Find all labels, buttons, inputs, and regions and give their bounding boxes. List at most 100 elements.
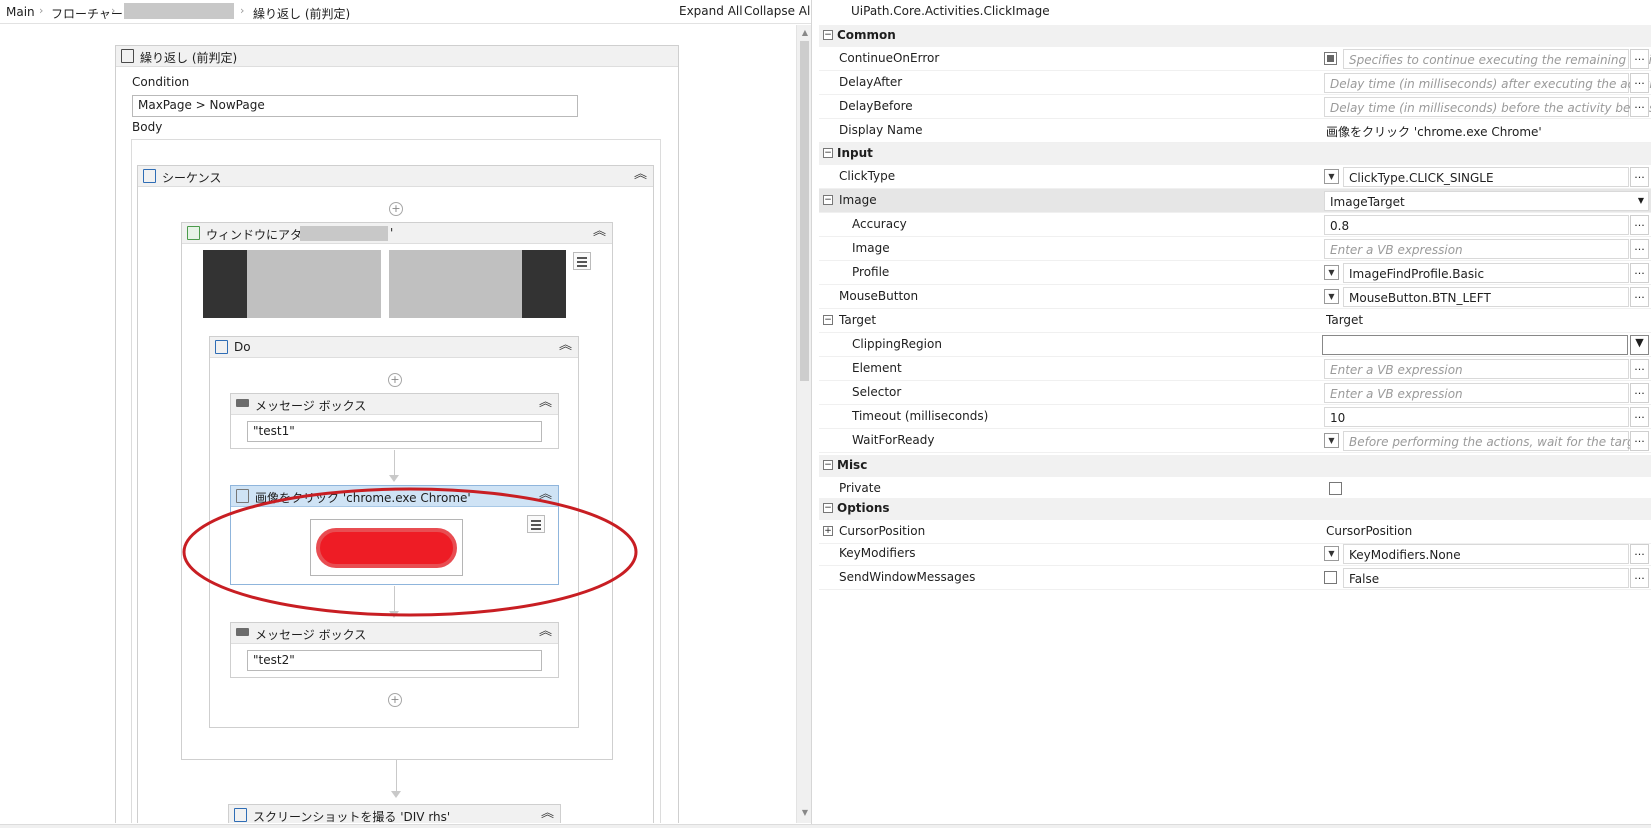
do-header[interactable]: Do ︽: [210, 337, 578, 358]
take-screenshot-activity[interactable]: スクリーンショットを撮る 'DIV rhs' ︽: [228, 804, 561, 823]
designer-canvas[interactable]: 繰り返し (前判定) Condition MaxPage > NowPage B…: [0, 25, 792, 823]
breadcrumb-flowchart[interactable]: フローチャート: [51, 5, 135, 22]
message-box-text-2[interactable]: "test2": [247, 650, 542, 671]
prop-key-modifiers[interactable]: KeyModifiers ▼ KeyModifiers.None ...: [819, 542, 1651, 566]
prop-display-name[interactable]: Display Name 画像をクリック 'chrome.exe Chrome': [819, 119, 1651, 143]
ellipsis-button[interactable]: ...: [1630, 73, 1649, 93]
mouse-button-dropdown-icon[interactable]: ▼: [1324, 289, 1339, 304]
message-box-activity-1[interactable]: メッセージ ボックス ︽ "test1": [230, 393, 559, 449]
hamburger-menu-icon[interactable]: [573, 252, 591, 270]
message-box-header-1[interactable]: メッセージ ボックス ︽: [231, 394, 558, 415]
collapse-icon[interactable]: ︽: [541, 807, 554, 821]
scroll-down-icon[interactable]: ▼: [800, 807, 810, 819]
ellipsis-button[interactable]: ...: [1630, 97, 1649, 117]
prop-wait-for-ready[interactable]: WaitForReady ▼ Before performing the act…: [819, 429, 1651, 453]
ellipsis-button[interactable]: ...: [1630, 49, 1649, 69]
chevron-down-icon[interactable]: ▼: [1630, 335, 1649, 355]
wait-for-ready-dropdown-icon[interactable]: ▼: [1324, 433, 1339, 448]
collapse-icon[interactable]: ︽: [593, 225, 606, 239]
collapse-property-icon[interactable]: −: [823, 195, 833, 205]
key-modifiers-dropdown-icon[interactable]: ▼: [1324, 546, 1339, 561]
prop-selector[interactable]: Selector Enter a VB expression ...: [819, 381, 1651, 405]
collapse-icon[interactable]: ︽: [559, 339, 572, 353]
key-modifiers-input[interactable]: KeyModifiers.None: [1343, 544, 1629, 564]
breadcrumb-main[interactable]: Main: [6, 5, 35, 19]
prop-element[interactable]: Element Enter a VB expression ...: [819, 357, 1651, 381]
message-box-header-2[interactable]: メッセージ ボックス ︽: [231, 623, 558, 644]
ellipsis-button[interactable]: ...: [1630, 407, 1649, 427]
ellipsis-button[interactable]: ...: [1630, 568, 1649, 588]
delay-before-input[interactable]: Delay time (in milliseconds) before the …: [1324, 97, 1651, 117]
ellipsis-button[interactable]: ...: [1630, 383, 1649, 403]
ellipsis-button[interactable]: ...: [1630, 239, 1649, 259]
message-box-activity-2[interactable]: メッセージ ボックス ︽ "test2": [230, 622, 559, 678]
prop-image-expression[interactable]: Image Enter a VB expression ...: [819, 237, 1651, 261]
collapse-category-icon[interactable]: −: [823, 148, 833, 158]
breadcrumb-redacted[interactable]: [124, 3, 234, 19]
continue-on-error-checkbox[interactable]: [1324, 52, 1337, 65]
click-type-dropdown-icon[interactable]: ▼: [1324, 169, 1339, 184]
image-target-select[interactable]: ImageTarget ▼: [1324, 191, 1649, 211]
collapse-property-icon[interactable]: −: [823, 315, 833, 325]
prop-image[interactable]: − Image ImageTarget ▼: [819, 189, 1651, 213]
image-expression-input[interactable]: Enter a VB expression: [1324, 239, 1629, 259]
element-input[interactable]: Enter a VB expression: [1324, 359, 1629, 379]
take-screenshot-header[interactable]: スクリーンショットを撮る 'DIV rhs' ︽: [229, 805, 560, 823]
mouse-button-input[interactable]: MouseButton.BTN_LEFT: [1343, 287, 1629, 307]
while-activity[interactable]: 繰り返し (前判定) Condition MaxPage > NowPage B…: [115, 45, 679, 823]
ellipsis-button[interactable]: ...: [1630, 287, 1649, 307]
category-common[interactable]: − Common: [819, 25, 1651, 47]
attach-window-header[interactable]: ウィンドウにアタッチ ' ' ︽: [182, 223, 612, 244]
condition-input[interactable]: MaxPage > NowPage: [132, 95, 578, 117]
send-window-messages-checkbox[interactable]: [1324, 571, 1337, 584]
click-type-input[interactable]: ClickType.CLICK_SINGLE: [1343, 167, 1629, 187]
ellipsis-button[interactable]: ...: [1630, 263, 1649, 283]
add-activity-icon[interactable]: +: [388, 693, 402, 707]
private-checkbox[interactable]: [1329, 482, 1342, 495]
category-misc[interactable]: − Misc: [819, 455, 1651, 477]
vertical-scrollbar[interactable]: ▲ ▼: [796, 25, 811, 823]
add-activity-icon[interactable]: +: [388, 373, 402, 387]
send-window-messages-input[interactable]: False: [1343, 568, 1629, 588]
expand-all-button[interactable]: Expand All: [679, 4, 743, 18]
prop-continue-on-error[interactable]: ContinueOnError Specifies to continue ex…: [819, 47, 1651, 71]
timeout-input[interactable]: 10: [1324, 407, 1629, 427]
expand-property-icon[interactable]: +: [823, 526, 833, 536]
delay-after-input[interactable]: Delay time (in milliseconds) after execu…: [1324, 73, 1651, 93]
collapse-icon[interactable]: ︽: [539, 396, 552, 410]
scrollbar-thumb[interactable]: [800, 41, 809, 381]
prop-timeout[interactable]: Timeout (milliseconds) 10 ...: [819, 405, 1651, 429]
profile-dropdown-icon[interactable]: ▼: [1324, 265, 1339, 280]
prop-delay-before[interactable]: DelayBefore Delay time (in milliseconds)…: [819, 95, 1651, 119]
category-input[interactable]: − Input: [819, 143, 1651, 165]
prop-delay-after[interactable]: DelayAfter Delay time (in milliseconds) …: [819, 71, 1651, 95]
prop-send-window-messages[interactable]: SendWindowMessages False ...: [819, 566, 1651, 590]
ellipsis-button[interactable]: ...: [1630, 359, 1649, 379]
scroll-up-icon[interactable]: ▲: [800, 27, 810, 39]
collapse-category-icon[interactable]: −: [823, 30, 833, 40]
clipping-region-input[interactable]: [1322, 335, 1628, 355]
profile-input[interactable]: ImageFindProfile.Basic: [1343, 263, 1629, 283]
prop-click-type[interactable]: ClickType ▼ ClickType.CLICK_SINGLE ...: [819, 165, 1651, 189]
prop-mouse-button[interactable]: MouseButton ▼ MouseButton.BTN_LEFT ...: [819, 285, 1651, 309]
collapse-category-icon[interactable]: −: [823, 503, 833, 513]
continue-on-error-input[interactable]: Specifies to continue executing the rema…: [1343, 49, 1651, 69]
ellipsis-button[interactable]: ...: [1630, 167, 1649, 187]
ellipsis-button[interactable]: ...: [1630, 544, 1649, 564]
ellipsis-button[interactable]: ...: [1630, 215, 1649, 235]
category-options[interactable]: − Options: [819, 498, 1651, 520]
wait-for-ready-input[interactable]: Before performing the actions, wait for …: [1343, 431, 1651, 451]
prop-cursor-position[interactable]: + CursorPosition CursorPosition: [819, 520, 1651, 544]
prop-clipping-region[interactable]: ClippingRegion ▼: [819, 333, 1651, 357]
collapse-icon[interactable]: ︽: [634, 168, 647, 182]
add-activity-icon[interactable]: +: [389, 202, 403, 216]
message-box-text-1[interactable]: "test1": [247, 421, 542, 442]
display-name-value[interactable]: 画像をクリック 'chrome.exe Chrome': [1326, 123, 1542, 140]
accuracy-input[interactable]: 0.8: [1324, 215, 1629, 235]
breadcrumb-while[interactable]: 繰り返し (前判定): [253, 5, 350, 22]
prop-profile[interactable]: Profile ▼ ImageFindProfile.Basic ...: [819, 261, 1651, 285]
collapse-icon[interactable]: ︽: [539, 625, 552, 639]
prop-target[interactable]: − Target Target: [819, 309, 1651, 333]
sequence-header[interactable]: シーケンス ︽: [138, 166, 653, 187]
selector-input[interactable]: Enter a VB expression: [1324, 383, 1629, 403]
